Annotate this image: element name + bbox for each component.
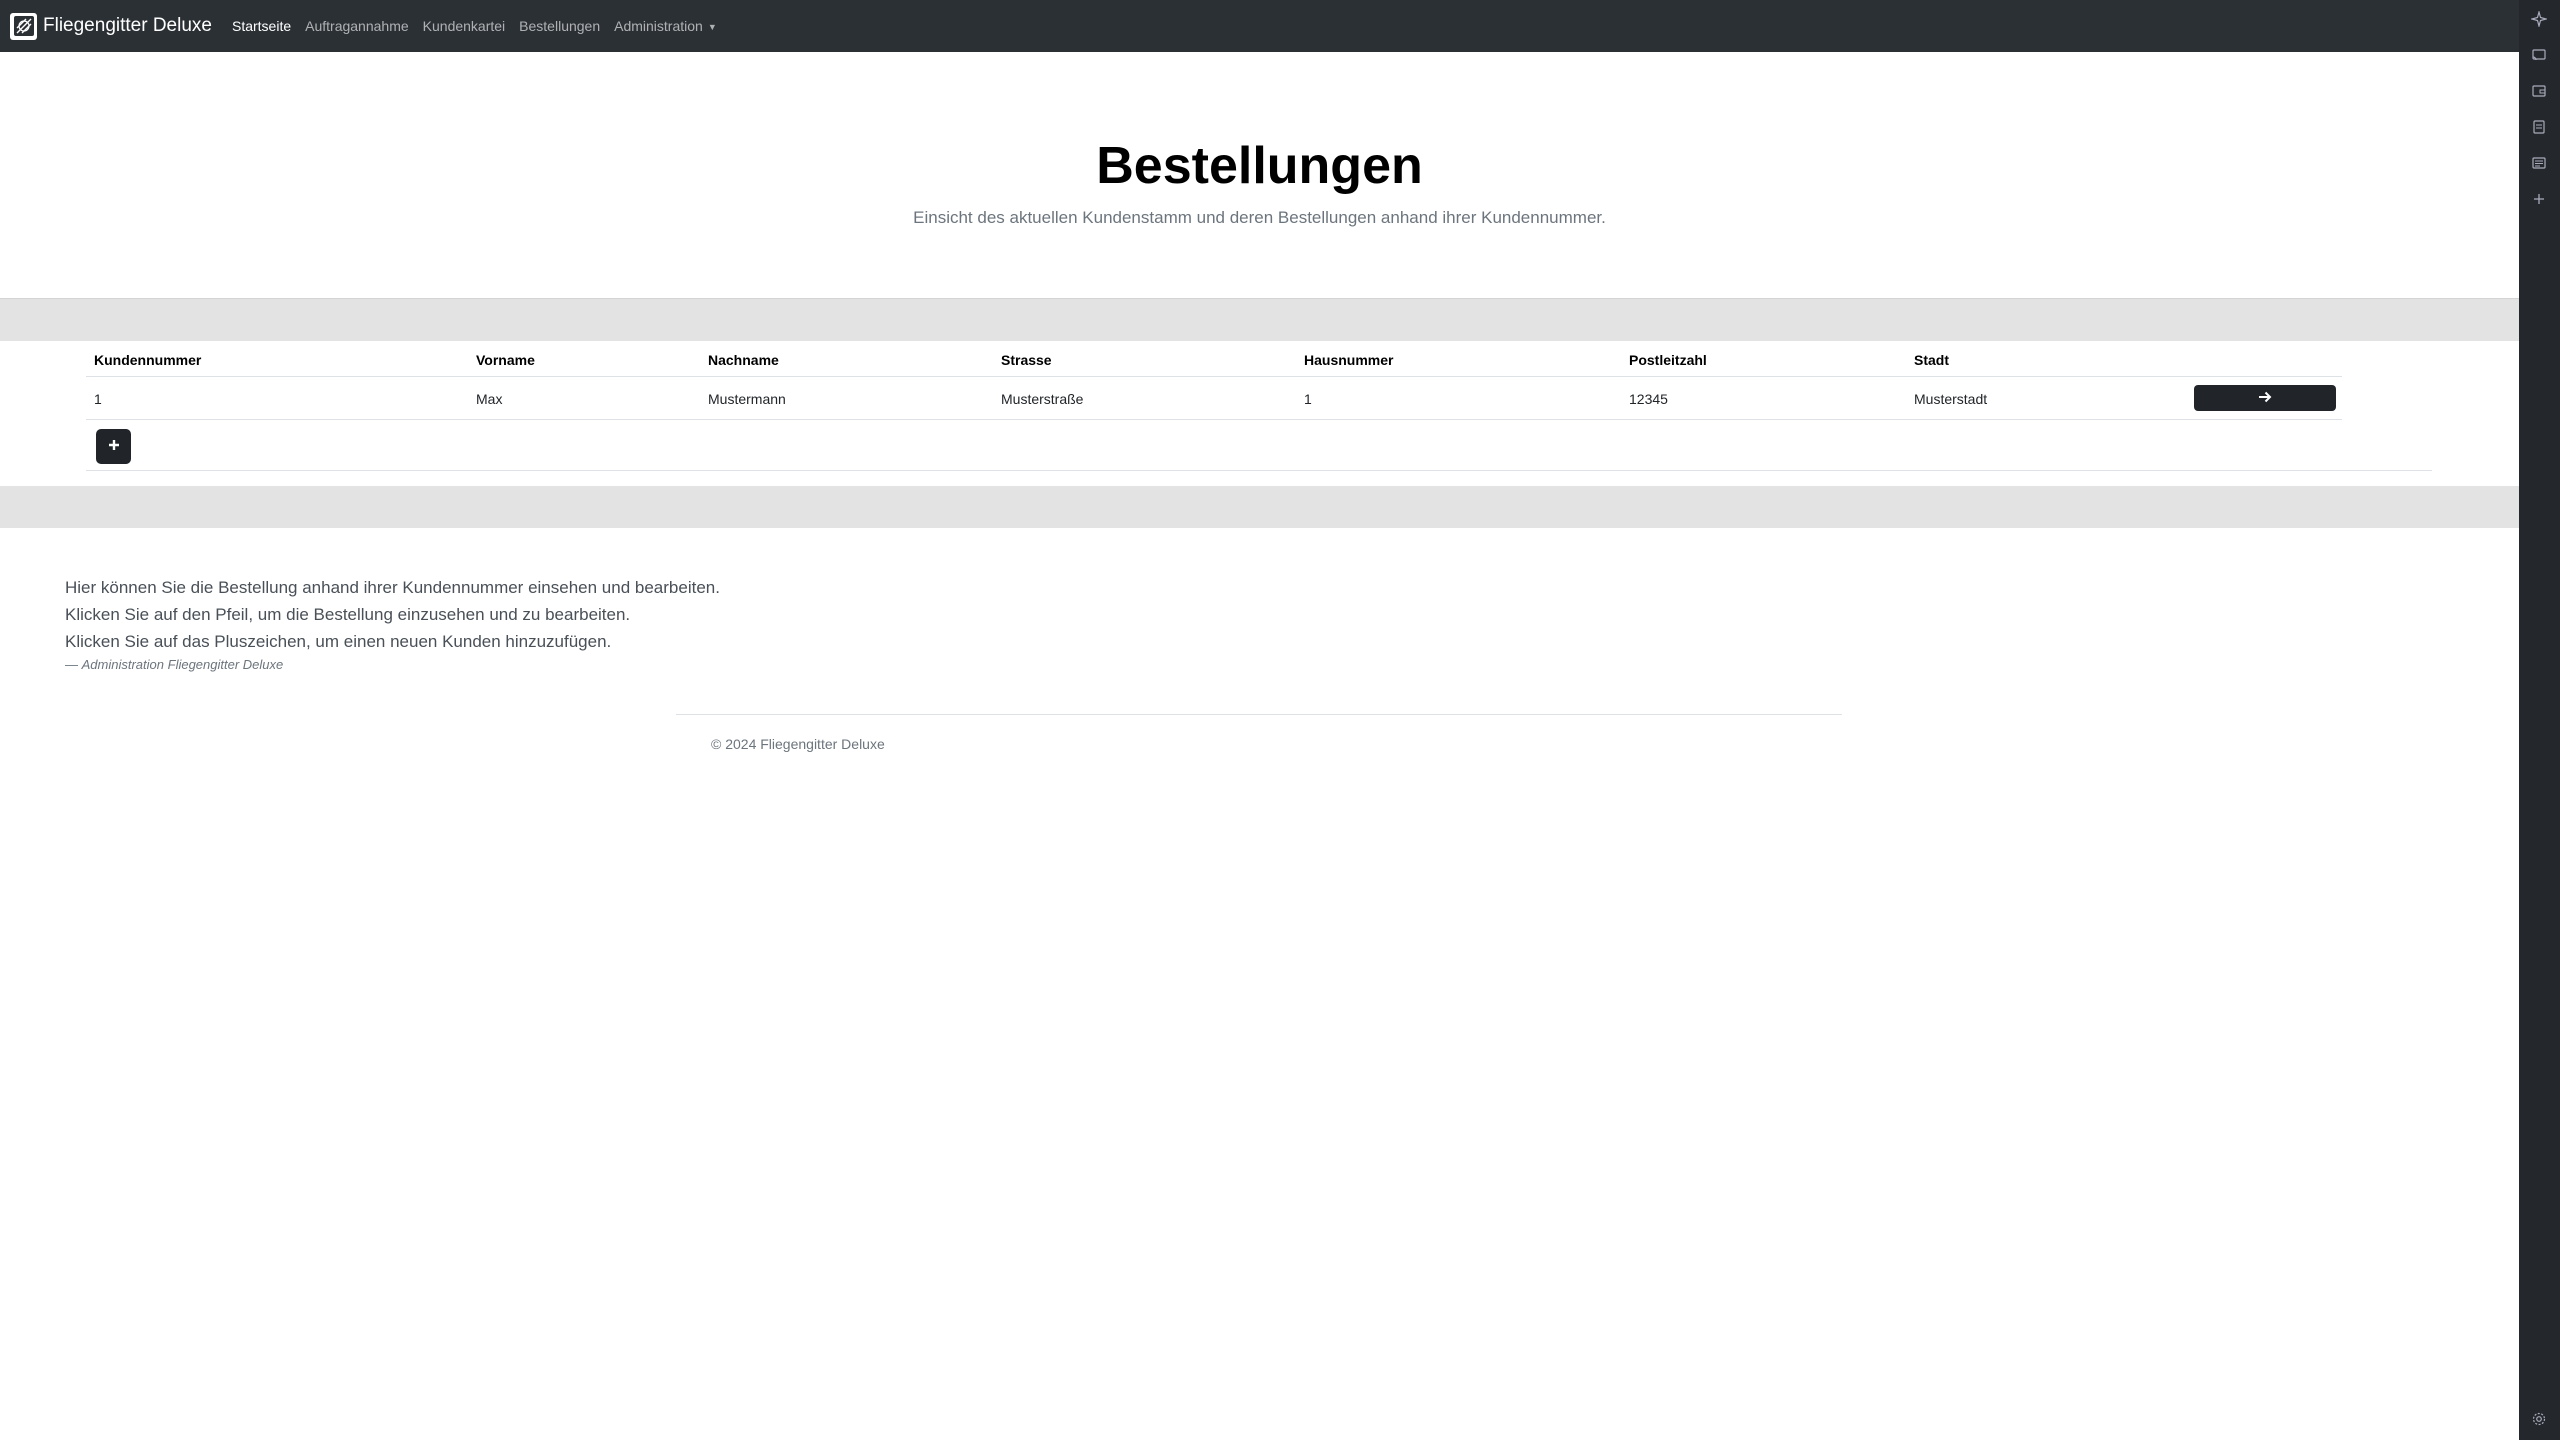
cell-hausnummer: 1 [1304, 391, 1312, 407]
column-header: Strasse [1001, 352, 1052, 368]
page-footer: © 2024 Fliegengitter Deluxe [676, 714, 1842, 752]
nav-auftragannahme[interactable]: Auftragannahme [305, 18, 409, 34]
cell-nachname: Mustermann [708, 391, 786, 407]
cell-kundennummer: 1 [94, 391, 102, 407]
table-row: 1 Max Mustermann Musterstraße 1 12345 Mu… [86, 377, 2342, 420]
cite-source: Fliegengitter Deluxe [167, 657, 284, 672]
cell-stadt: Musterstadt [1914, 391, 1988, 407]
brand[interactable]: Fliegengitter Deluxe [10, 12, 212, 40]
blockquote-footer: — Administration Fliegengitter Deluxe [65, 657, 284, 672]
sparkle-icon[interactable] [2530, 10, 2548, 28]
brand-name: Fliegengitter Deluxe [43, 15, 212, 36]
plus-icon[interactable] [2530, 190, 2548, 208]
table-divider [86, 470, 2432, 471]
cast-icon[interactable] [2530, 46, 2548, 64]
column-header: Postleitzahl [1629, 352, 1707, 368]
copyright-text: © 2024 Fliegengitter Deluxe [711, 736, 885, 752]
divider-band-bottom [0, 486, 2519, 528]
nav-kundenkartei[interactable]: Kundenkartei [423, 18, 506, 34]
help-line-3: Klicken Sie auf das Pluszeichen, um eine… [65, 632, 612, 651]
chevron-down-icon: ▼ [707, 22, 717, 33]
column-header: Kundennummer [94, 352, 202, 368]
gear-icon[interactable] [2530, 1410, 2548, 1428]
nav-bestellungen[interactable]: Bestellungen [519, 18, 600, 34]
column-header: Nachname [708, 352, 779, 368]
arrow-right-icon [2258, 391, 2272, 406]
hero-section: Bestellungen Einsicht des aktuellen Kund… [0, 52, 2519, 298]
cell-vorname: Max [476, 391, 503, 407]
reader-icon[interactable] [2530, 154, 2548, 172]
browser-sidebar [2519, 0, 2560, 1440]
top-navbar: Fliegengitter Deluxe Startseite Auftraga… [0, 0, 2519, 52]
nav-administration-label: Administration [614, 18, 703, 34]
page-title: Bestellungen [1096, 137, 1423, 195]
page-subtitle: Einsicht des aktuellen Kundenstamm und d… [913, 208, 1606, 227]
plus-icon [107, 438, 121, 455]
column-header: Vorname [476, 352, 535, 368]
orders-table: Kundennummer Vorname Nachname Strasse Ha… [86, 340, 2432, 471]
open-order-button[interactable] [2194, 385, 2336, 411]
column-header: Stadt [1914, 352, 1949, 368]
nav-administration-dropdown[interactable]: Administration ▼ [614, 18, 717, 34]
save-icon[interactable] [2530, 118, 2548, 136]
help-line-2: Klicken Sie auf den Pfeil, um die Bestel… [65, 605, 631, 624]
divider-band-top [0, 298, 2519, 341]
net-logo-icon [10, 12, 37, 40]
cell-strasse: Musterstraße [1001, 391, 1084, 407]
help-line-1: Hier können Sie die Bestellung anhand ih… [65, 578, 720, 597]
column-header: Hausnummer [1304, 352, 1394, 368]
add-customer-button[interactable] [96, 429, 131, 464]
cell-postleitzahl: 12345 [1629, 391, 1668, 407]
help-blockquote: Hier können Sie die Bestellung anhand ih… [65, 574, 720, 672]
wallet-icon[interactable] [2530, 82, 2548, 100]
table-header-row: Kundennummer Vorname Nachname Strasse Ha… [86, 340, 2342, 377]
nav-startseite[interactable]: Startseite [232, 18, 291, 34]
cite-prefix: Administration [81, 657, 164, 672]
